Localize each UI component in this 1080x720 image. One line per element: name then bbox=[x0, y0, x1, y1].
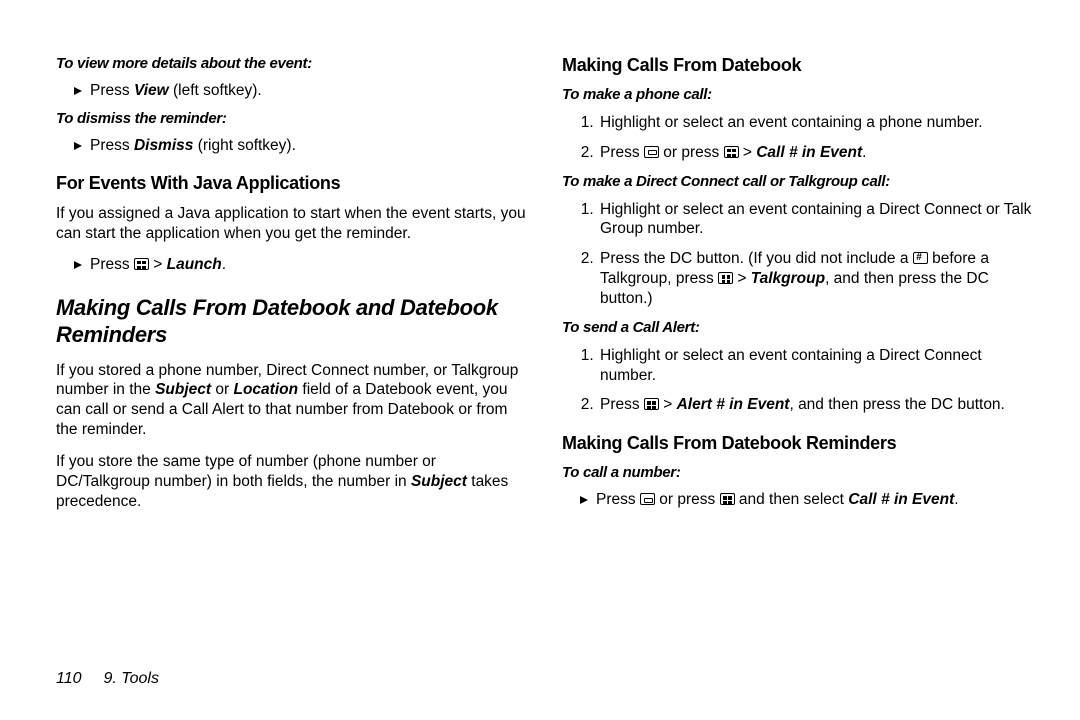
softkey-name: View bbox=[134, 82, 169, 99]
text: and then select bbox=[735, 491, 849, 508]
lead-dismiss: To dismiss the reminder: bbox=[56, 110, 526, 127]
ok-key-icon bbox=[644, 146, 659, 158]
gt: > bbox=[659, 396, 677, 413]
ok-key-icon bbox=[640, 493, 655, 505]
bullet-dismiss: Press Dismiss (right softkey). bbox=[74, 137, 526, 155]
para-precedence: If you store the same type of number (ph… bbox=[56, 452, 526, 511]
text: or press bbox=[655, 491, 720, 508]
steps-phone-call: Highlight or select an event containing … bbox=[598, 113, 1032, 163]
menu-item: Talkgroup bbox=[751, 270, 825, 287]
para-stored-number: If you stored a phone number, Direct Con… bbox=[56, 361, 526, 440]
softkey-name: Dismiss bbox=[134, 137, 193, 154]
text: or press bbox=[659, 144, 724, 161]
list-item: Press or press > Call # in Event. bbox=[598, 143, 1032, 163]
text: Press bbox=[600, 144, 644, 161]
text: . bbox=[222, 256, 226, 273]
play-bullet-icon bbox=[580, 496, 588, 504]
gt: > bbox=[149, 256, 167, 273]
list-item: Highlight or select an event containing … bbox=[598, 113, 1032, 133]
page-body: To view more details about the event: Pr… bbox=[0, 0, 1080, 523]
menu-key-icon bbox=[718, 272, 733, 284]
text: (right softkey). bbox=[193, 137, 296, 154]
list-item: Press the DC button. (If you did not inc… bbox=[598, 249, 1032, 308]
bullet-text: Press Dismiss (right softkey). bbox=[90, 137, 296, 155]
play-bullet-icon bbox=[74, 87, 82, 95]
text: Press the DC button. (If you did not inc… bbox=[600, 250, 913, 267]
field-name: Location bbox=[233, 381, 298, 398]
page-footer: 110 9. Tools bbox=[56, 670, 159, 688]
menu-item: Launch bbox=[167, 256, 222, 273]
menu-item: Call # in Event bbox=[756, 144, 862, 161]
text: or bbox=[211, 381, 233, 398]
lead-view-details: To view more details about the event: bbox=[56, 55, 526, 72]
steps-dc-call: Highlight or select an event containing … bbox=[598, 200, 1032, 309]
bullet-view: Press View (left softkey). bbox=[74, 82, 526, 100]
menu-key-icon bbox=[134, 258, 149, 270]
text: If you store the same type of number (ph… bbox=[56, 453, 436, 490]
gt: > bbox=[733, 270, 751, 287]
text: . bbox=[862, 144, 866, 161]
gt: > bbox=[739, 144, 757, 161]
menu-item: Alert # in Event bbox=[677, 396, 790, 413]
heading-calls-datebook: Making Calls From Datebook bbox=[562, 55, 1032, 76]
hash-key-icon bbox=[913, 252, 928, 264]
field-name: Subject bbox=[155, 381, 211, 398]
text: Press bbox=[90, 137, 134, 154]
list-item: Press > Alert # in Event, and then press… bbox=[598, 395, 1032, 415]
bullet-text: Press > Launch. bbox=[90, 256, 226, 274]
play-bullet-icon bbox=[74, 142, 82, 150]
lead-call-number: To call a number: bbox=[562, 464, 1032, 481]
bullet-launch: Press > Launch. bbox=[74, 256, 526, 274]
steps-call-alert: Highlight or select an event containing … bbox=[598, 346, 1032, 415]
text: Press bbox=[90, 256, 134, 273]
field-name: Subject bbox=[411, 473, 467, 490]
menu-key-icon bbox=[644, 398, 659, 410]
text: (left softkey). bbox=[169, 82, 262, 99]
text: Press bbox=[90, 82, 134, 99]
menu-key-icon bbox=[720, 493, 735, 505]
bullet-text: Press View (left softkey). bbox=[90, 82, 262, 100]
left-column: To view more details about the event: Pr… bbox=[56, 55, 526, 523]
bullet-text: Press or press and then select Call # in… bbox=[596, 491, 959, 509]
list-item: Highlight or select an event containing … bbox=[598, 200, 1032, 240]
menu-key-icon bbox=[724, 146, 739, 158]
text: , and then press the DC button. bbox=[789, 396, 1004, 413]
lead-call-alert: To send a Call Alert: bbox=[562, 319, 1032, 336]
section-label: 9. Tools bbox=[104, 670, 159, 687]
lead-phone-call: To make a phone call: bbox=[562, 86, 1032, 103]
bullet-call-number: Press or press and then select Call # in… bbox=[580, 491, 1032, 509]
list-item: Highlight or select an event containing … bbox=[598, 346, 1032, 386]
heading-making-calls: Making Calls From Datebook and Datebook … bbox=[56, 294, 526, 349]
heading-java-apps: For Events With Java Applications bbox=[56, 173, 526, 194]
lead-dc-call: To make a Direct Connect call or Talkgro… bbox=[562, 173, 1032, 190]
heading-calls-reminders: Making Calls From Datebook Reminders bbox=[562, 433, 1032, 454]
text: . bbox=[954, 491, 958, 508]
right-column: Making Calls From Datebook To make a pho… bbox=[562, 55, 1032, 523]
play-bullet-icon bbox=[74, 261, 82, 269]
menu-item: Call # in Event bbox=[848, 491, 954, 508]
text: Press bbox=[600, 396, 644, 413]
text: Press bbox=[596, 491, 640, 508]
page-number: 110 bbox=[56, 670, 82, 687]
para-java: If you assigned a Java application to st… bbox=[56, 204, 526, 244]
